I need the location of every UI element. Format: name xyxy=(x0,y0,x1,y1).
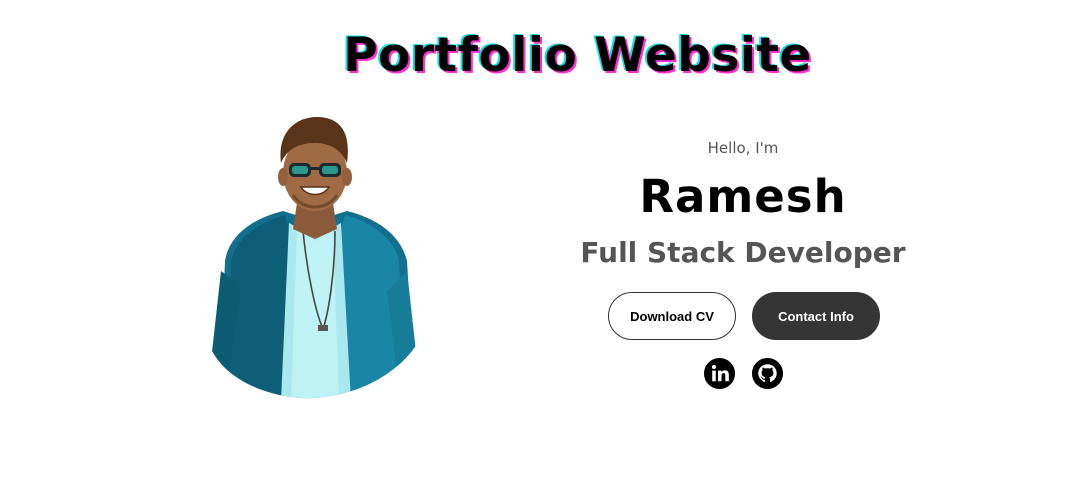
linkedin-icon[interactable] xyxy=(703,357,736,390)
download-cv-button[interactable]: Download CV xyxy=(608,292,736,340)
contact-info-button[interactable]: Contact Info xyxy=(752,292,880,340)
github-icon[interactable] xyxy=(751,357,784,390)
profile-role: Full Stack Developer xyxy=(580,236,906,269)
profile-photo xyxy=(211,117,417,399)
profile-name: Ramesh xyxy=(639,170,847,223)
social-links xyxy=(703,357,787,391)
greeting-text: Hello, I'm xyxy=(707,139,779,157)
page: Portfolio Website Hello, I'm Ramesh Full… xyxy=(0,0,1085,504)
site-title: Portfolio Website xyxy=(343,28,812,83)
